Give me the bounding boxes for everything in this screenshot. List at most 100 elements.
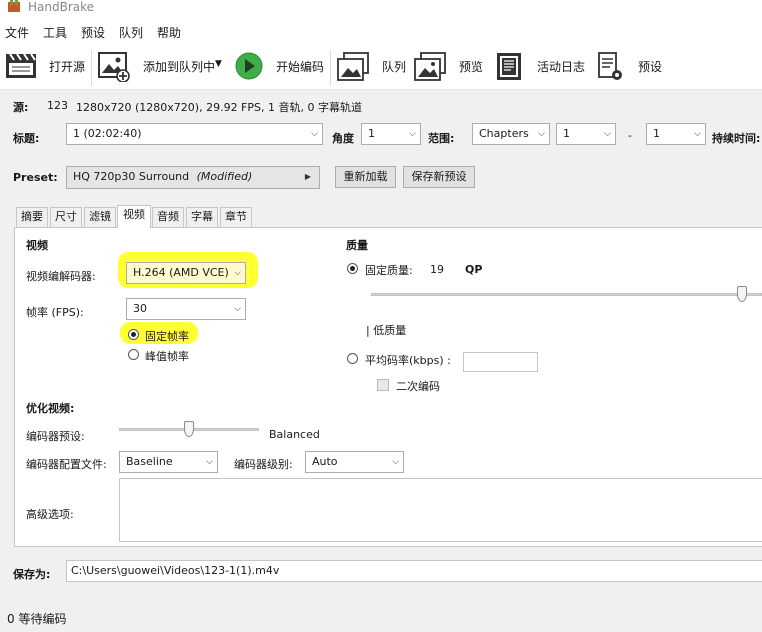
preview-icon[interactable]	[414, 52, 448, 82]
chevron-down-icon: ⌵	[311, 129, 318, 139]
queue-status: 0 等待编码	[7, 612, 67, 626]
quality-section-title: 质量	[346, 239, 368, 252]
menu-presets[interactable]: 预设	[81, 24, 105, 41]
advanced-options-input[interactable]	[119, 478, 762, 542]
encoder-level-value: Auto	[312, 455, 338, 468]
chevron-down-icon: ⌵	[538, 129, 545, 139]
range-start-select[interactable]: 1 ⌵	[556, 123, 616, 145]
queue-icon[interactable]	[337, 52, 371, 82]
save-as-label: 保存为:	[13, 568, 51, 581]
encoder-level-label: 编码器级别:	[234, 458, 293, 471]
video-section-title: 视频	[26, 239, 48, 252]
title-select-value: 1 (02:02:40)	[73, 127, 142, 140]
constant-framerate-radio[interactable]	[128, 329, 139, 340]
framerate-select[interactable]: 30 ⌵	[126, 298, 246, 320]
bitrate-input[interactable]	[463, 352, 538, 372]
source-name: 123	[47, 99, 68, 112]
low-quality-label: | 低质量	[366, 324, 407, 337]
clapperboard-icon[interactable]	[5, 52, 37, 80]
framerate-value: 30	[133, 302, 147, 315]
queue-button[interactable]: 队列	[382, 58, 406, 75]
quality-slider-track[interactable]	[371, 293, 762, 296]
save-new-preset-button[interactable]: 保存新预设	[403, 166, 475, 188]
tab-filters[interactable]: 滤镜	[84, 207, 116, 227]
range-type-value: Chapters	[479, 127, 529, 140]
activity-log-button[interactable]: 活动日志	[537, 58, 585, 75]
open-source-button[interactable]: 打开源	[49, 58, 85, 75]
tab-summary[interactable]: 摘要	[16, 207, 48, 227]
tab-video[interactable]: 视频	[117, 205, 151, 228]
menu-tools[interactable]: 工具	[43, 24, 67, 41]
toolbar-separator	[91, 50, 92, 86]
video-codec-label: 视频编解码器:	[26, 270, 96, 283]
range-label: 范围:	[428, 132, 455, 145]
title-label: 标题:	[13, 132, 40, 145]
framerate-label: 帧率 (FPS):	[26, 306, 84, 319]
activity-log-icon[interactable]	[496, 52, 524, 82]
presets-button[interactable]: 预设	[638, 58, 662, 75]
start-encode-button[interactable]: 开始编码	[276, 58, 324, 75]
video-codec-value: H.264 (AMD VCE)	[133, 266, 229, 279]
range-dash: -	[628, 129, 632, 142]
toolbar-separator	[330, 50, 331, 86]
handbrake-logo-icon	[8, 0, 20, 12]
chevron-down-icon: ⌵	[409, 129, 416, 139]
encoder-profile-label: 编码器配置文件:	[26, 458, 107, 471]
play-icon[interactable]	[235, 52, 263, 80]
add-to-queue-button[interactable]: 添加到队列中	[143, 58, 215, 75]
angle-label: 角度	[332, 132, 354, 145]
tab-dimensions[interactable]: 尺寸	[50, 207, 82, 227]
angle-select-value: 1	[368, 127, 375, 140]
tab-audio[interactable]: 音频	[152, 207, 184, 227]
source-label: 源:	[13, 101, 29, 114]
range-end-value: 1	[653, 127, 660, 140]
angle-select[interactable]: 1 ⌵	[361, 123, 421, 145]
encoder-preset-slider-thumb[interactable]	[184, 421, 194, 437]
duration-label: 持续时间:	[712, 132, 761, 145]
chevron-down-icon[interactable]: ▼	[215, 59, 222, 69]
preset-label: Preset:	[13, 171, 58, 184]
chevron-down-icon: ⌵	[234, 304, 241, 314]
add-queue-icon[interactable]	[98, 52, 130, 82]
advanced-options-label: 高级选项:	[26, 508, 74, 521]
peak-framerate-label: 峰值帧率	[145, 350, 189, 363]
reload-preset-button[interactable]: 重新加载	[335, 166, 396, 188]
quality-value: 19	[430, 263, 444, 276]
source-details: 1280x720 (1280x720), 29.92 FPS, 1 音轨, 0 …	[76, 101, 362, 114]
range-end-select[interactable]: 1 ⌵	[646, 123, 706, 145]
preset-modified: (Modified)	[196, 170, 253, 183]
average-bitrate-label: 平均码率(kbps) :	[365, 354, 451, 367]
chevron-down-icon: ⌵	[206, 457, 213, 467]
encoder-level-select[interactable]: Auto ⌵	[305, 451, 404, 473]
title-bar: HandBrake	[0, 0, 762, 20]
optimise-section-title: 优化视频:	[26, 402, 75, 415]
window-title: HandBrake	[28, 0, 95, 14]
menu-help[interactable]: 帮助	[157, 24, 181, 41]
title-select[interactable]: 1 (02:02:40) ⌵	[66, 123, 323, 145]
chevron-down-icon: ⌵	[234, 268, 241, 278]
encoder-profile-value: Baseline	[126, 455, 173, 468]
chevron-down-icon: ⌵	[604, 129, 611, 139]
encoder-preset-label: 编码器预设:	[26, 430, 85, 443]
chevron-right-icon: ▶	[304, 172, 311, 181]
constant-quality-radio[interactable]	[347, 263, 358, 274]
video-codec-select[interactable]: H.264 (AMD VCE) ⌵	[126, 262, 246, 284]
menu-queue[interactable]: 队列	[119, 24, 143, 41]
two-pass-checkbox[interactable]	[377, 379, 389, 391]
tab-subtitles[interactable]: 字幕	[186, 207, 218, 227]
preview-button[interactable]: 预览	[459, 58, 483, 75]
presets-icon[interactable]	[598, 52, 624, 82]
toolbar: 打开源 添加到队列中 ▼ 开始编码 队列 预览 活动日志 预设	[0, 44, 762, 90]
constant-framerate-label: 固定帧率	[145, 330, 189, 343]
tab-chapters[interactable]: 章节	[220, 207, 252, 227]
menu-file[interactable]: 文件	[5, 24, 29, 41]
encoder-profile-select[interactable]: Baseline ⌵	[119, 451, 218, 473]
save-path-input[interactable]: C:\Users\guowei\Videos\123-1(1).m4v	[66, 560, 762, 582]
peak-framerate-radio[interactable]	[128, 349, 139, 360]
range-type-select[interactable]: Chapters ⌵	[472, 123, 550, 145]
menu-bar: 文件 工具 预设 队列 帮助	[0, 20, 762, 44]
chevron-down-icon: ⌵	[392, 457, 399, 467]
range-start-value: 1	[563, 127, 570, 140]
preset-selector[interactable]: HQ 720p30 Surround (Modified) ▶	[66, 166, 320, 189]
average-bitrate-radio[interactable]	[347, 353, 358, 364]
